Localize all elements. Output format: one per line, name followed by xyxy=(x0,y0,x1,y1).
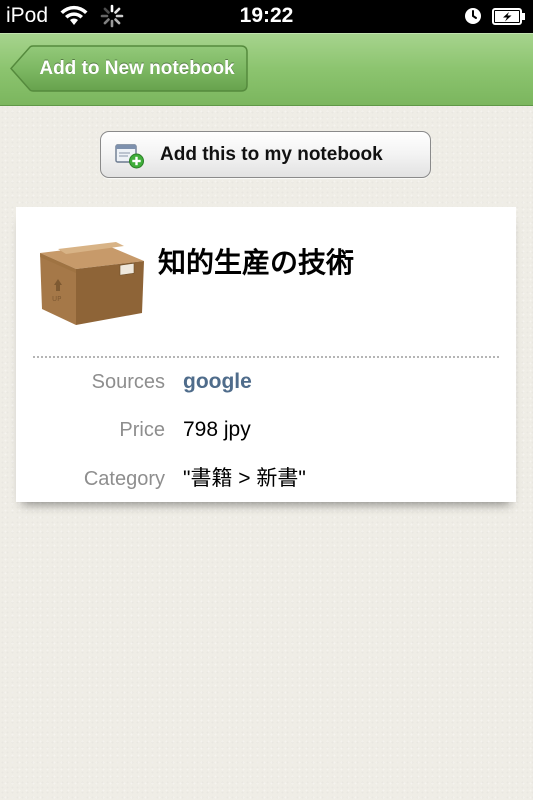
status-time: 19:22 xyxy=(239,4,294,27)
add-to-notebook-icon xyxy=(115,144,144,169)
add-to-notebook-button[interactable]: Add this to my notebook xyxy=(100,131,431,178)
battery-charging-icon xyxy=(492,8,525,25)
divider xyxy=(33,356,499,358)
status-bar: iPod 19:22 xyxy=(0,0,533,33)
back-button[interactable]: Add to New notebook xyxy=(10,45,248,92)
cardboard-box-icon: UP xyxy=(40,242,144,325)
navigation-bar: Add to New notebook xyxy=(0,33,533,106)
category-label: Category xyxy=(83,468,165,490)
sources-label: Sources xyxy=(91,371,165,393)
back-button-label: Add to New notebook xyxy=(39,58,235,79)
category-value: "書籍 > 新書" xyxy=(183,467,306,490)
svg-text:UP: UP xyxy=(52,295,61,303)
price-label: Price xyxy=(119,419,165,441)
item-title: 知的生産の技術 xyxy=(158,246,355,279)
add-to-notebook-label: Add this to my notebook xyxy=(160,144,383,165)
item-card: UP 知的生産の技術 Sources google Price 798 jpy … xyxy=(16,207,516,502)
price-value: 798 jpy xyxy=(183,418,251,441)
sources-link[interactable]: google xyxy=(183,369,252,395)
clock-icon xyxy=(465,8,481,24)
